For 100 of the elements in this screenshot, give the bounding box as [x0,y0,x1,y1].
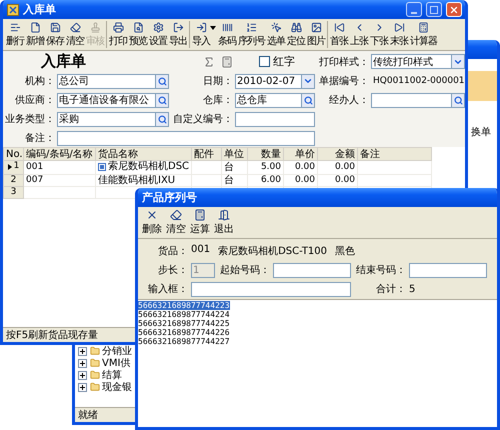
toolbar-button[interactable]: 删行 [5,20,25,49]
window-title: 产品序列号 [142,190,198,205]
list-item[interactable]: 5666321689877744226 [138,328,230,337]
toolbar-button[interactable]: 导出 [168,20,188,49]
dropdown-field[interactable]: 传统打印样式 [371,54,452,69]
toolbar-button[interactable]: 上张 [349,20,369,49]
list-item[interactable]: 5666321689877744223 [138,301,230,310]
list-item[interactable]: 5666321689877744227 [138,337,230,346]
input-field[interactable] [409,262,487,278]
dropdown-button[interactable] [452,54,465,69]
table-cell: 001 [24,160,96,174]
field-label: 打印样式： [318,56,369,68]
toolbar-button[interactable]: 打印 [108,20,128,49]
window-title: 入库单 [23,2,57,17]
column-header[interactable]: 配件 [192,148,222,160]
expand-icon[interactable] [78,358,87,368]
field-value: HQ0011002-000001 [372,76,465,86]
field-label: 备注： [24,132,55,145]
toolbar-button[interactable]: 首张 [329,20,349,49]
expand-icon[interactable] [78,346,87,356]
toolbar-button[interactable]: 删除 [140,208,164,237]
column-header[interactable]: 单价 [284,148,318,160]
tree-item[interactable]: VMI供 [102,356,130,370]
input-field[interactable]: 总公司 [57,74,156,88]
search-button[interactable] [156,92,169,108]
list-minus-icon [9,21,21,33]
toolbar-button[interactable]: 预览 [128,20,148,49]
toolbar-button[interactable]: 导入 [191,20,217,49]
search-button[interactable] [156,112,169,126]
first-icon [333,21,345,33]
field-label: 机构： [24,74,55,88]
input-field[interactable] [57,130,315,146]
column-header[interactable]: 数量 [248,148,284,160]
toolbar-button[interactable]: 图片 [306,20,326,49]
status-text: 按F5刷新货品现存量 [6,328,98,342]
column-header[interactable]: 金额 [318,148,358,160]
toolbar-button[interactable]: 定位 [286,20,306,49]
tree-item[interactable]: 分销业 [102,344,132,358]
search-button[interactable] [452,92,465,108]
app-icon [7,4,19,16]
toolbar-button[interactable]: 新增 [25,20,45,49]
toolbar-button[interactable]: 下张 [369,20,389,49]
minimize-button[interactable] [406,2,422,17]
list-item[interactable]: 5666321689877744225 [138,319,230,328]
column-header[interactable]: No. [4,148,24,160]
maximize-icon [430,6,438,14]
toolbar-button[interactable]: 条码 [217,20,237,49]
input-field[interactable]: 总仓库 [235,92,302,108]
status-text: 就绪 [78,408,98,422]
search-button[interactable] [302,92,315,108]
input-field[interactable] [235,112,315,126]
column-header[interactable]: 备注 [358,148,432,160]
tree-item[interactable]: 现金银 [102,380,132,394]
dropdown-button[interactable] [302,74,315,88]
barcode-icon [221,21,233,33]
import-arrow-icon [195,21,207,33]
toolbar-button[interactable]: 设置 [148,20,168,49]
toolbar-button[interactable]: 计算器 [409,20,438,49]
toolbar-button[interactable]: 序列号 [237,20,266,49]
input-field[interactable]: 电子通信设备有限公 [57,92,156,108]
expand-icon[interactable] [78,370,87,380]
row-header[interactable]: 2 [4,174,24,186]
binoculars-icon [290,21,302,33]
table-cell [192,174,222,186]
caret-icon [210,26,216,30]
toolbar-button[interactable]: 清空 [65,20,85,49]
input-field[interactable] [273,262,351,278]
toolbar-button[interactable]: 运算 [188,208,212,237]
toolbar-button[interactable]: 退出 [212,208,236,237]
list-item[interactable]: 5666321689877744224 [138,310,230,319]
document-search-icon [132,21,144,33]
input-field[interactable] [191,282,351,296]
close-button[interactable] [446,2,462,17]
calculator-icon[interactable] [221,56,233,68]
x-icon [146,209,158,221]
toolbar-button[interactable]: 选单 [266,20,286,49]
door-icon [218,209,230,221]
column-header[interactable]: 单位 [222,148,248,160]
document-icon [29,21,41,33]
sigma-icon[interactable] [203,56,215,68]
column-header[interactable]: 编码/条码/名称 [24,148,96,160]
input-field[interactable]: 采购 [57,112,156,126]
folder-icon [89,346,100,356]
field-label: 仓库： [202,94,233,107]
input-field[interactable] [371,92,452,108]
toolbar-button[interactable]: 清空 [164,208,188,237]
table-cell: 0.00 [284,174,318,186]
toolbar-button[interactable]: 保存 [45,20,65,49]
checkbox[interactable] [259,56,270,67]
search-button[interactable] [156,74,169,88]
expand-icon[interactable] [78,382,87,392]
row-header[interactable]: 3 [4,186,24,198]
table-cell: 佳能数码相机IXU [96,174,192,186]
row-header[interactable]: 1 [4,160,24,174]
column-header[interactable]: 货品名称 [96,148,192,160]
date-field[interactable]: 2010-02-07 [235,74,302,88]
field-label: 步长： [157,264,188,277]
toolbar-button[interactable]: 末张 [389,20,409,49]
tree-item[interactable]: 结算 [102,368,122,382]
maximize-button[interactable] [426,2,442,17]
